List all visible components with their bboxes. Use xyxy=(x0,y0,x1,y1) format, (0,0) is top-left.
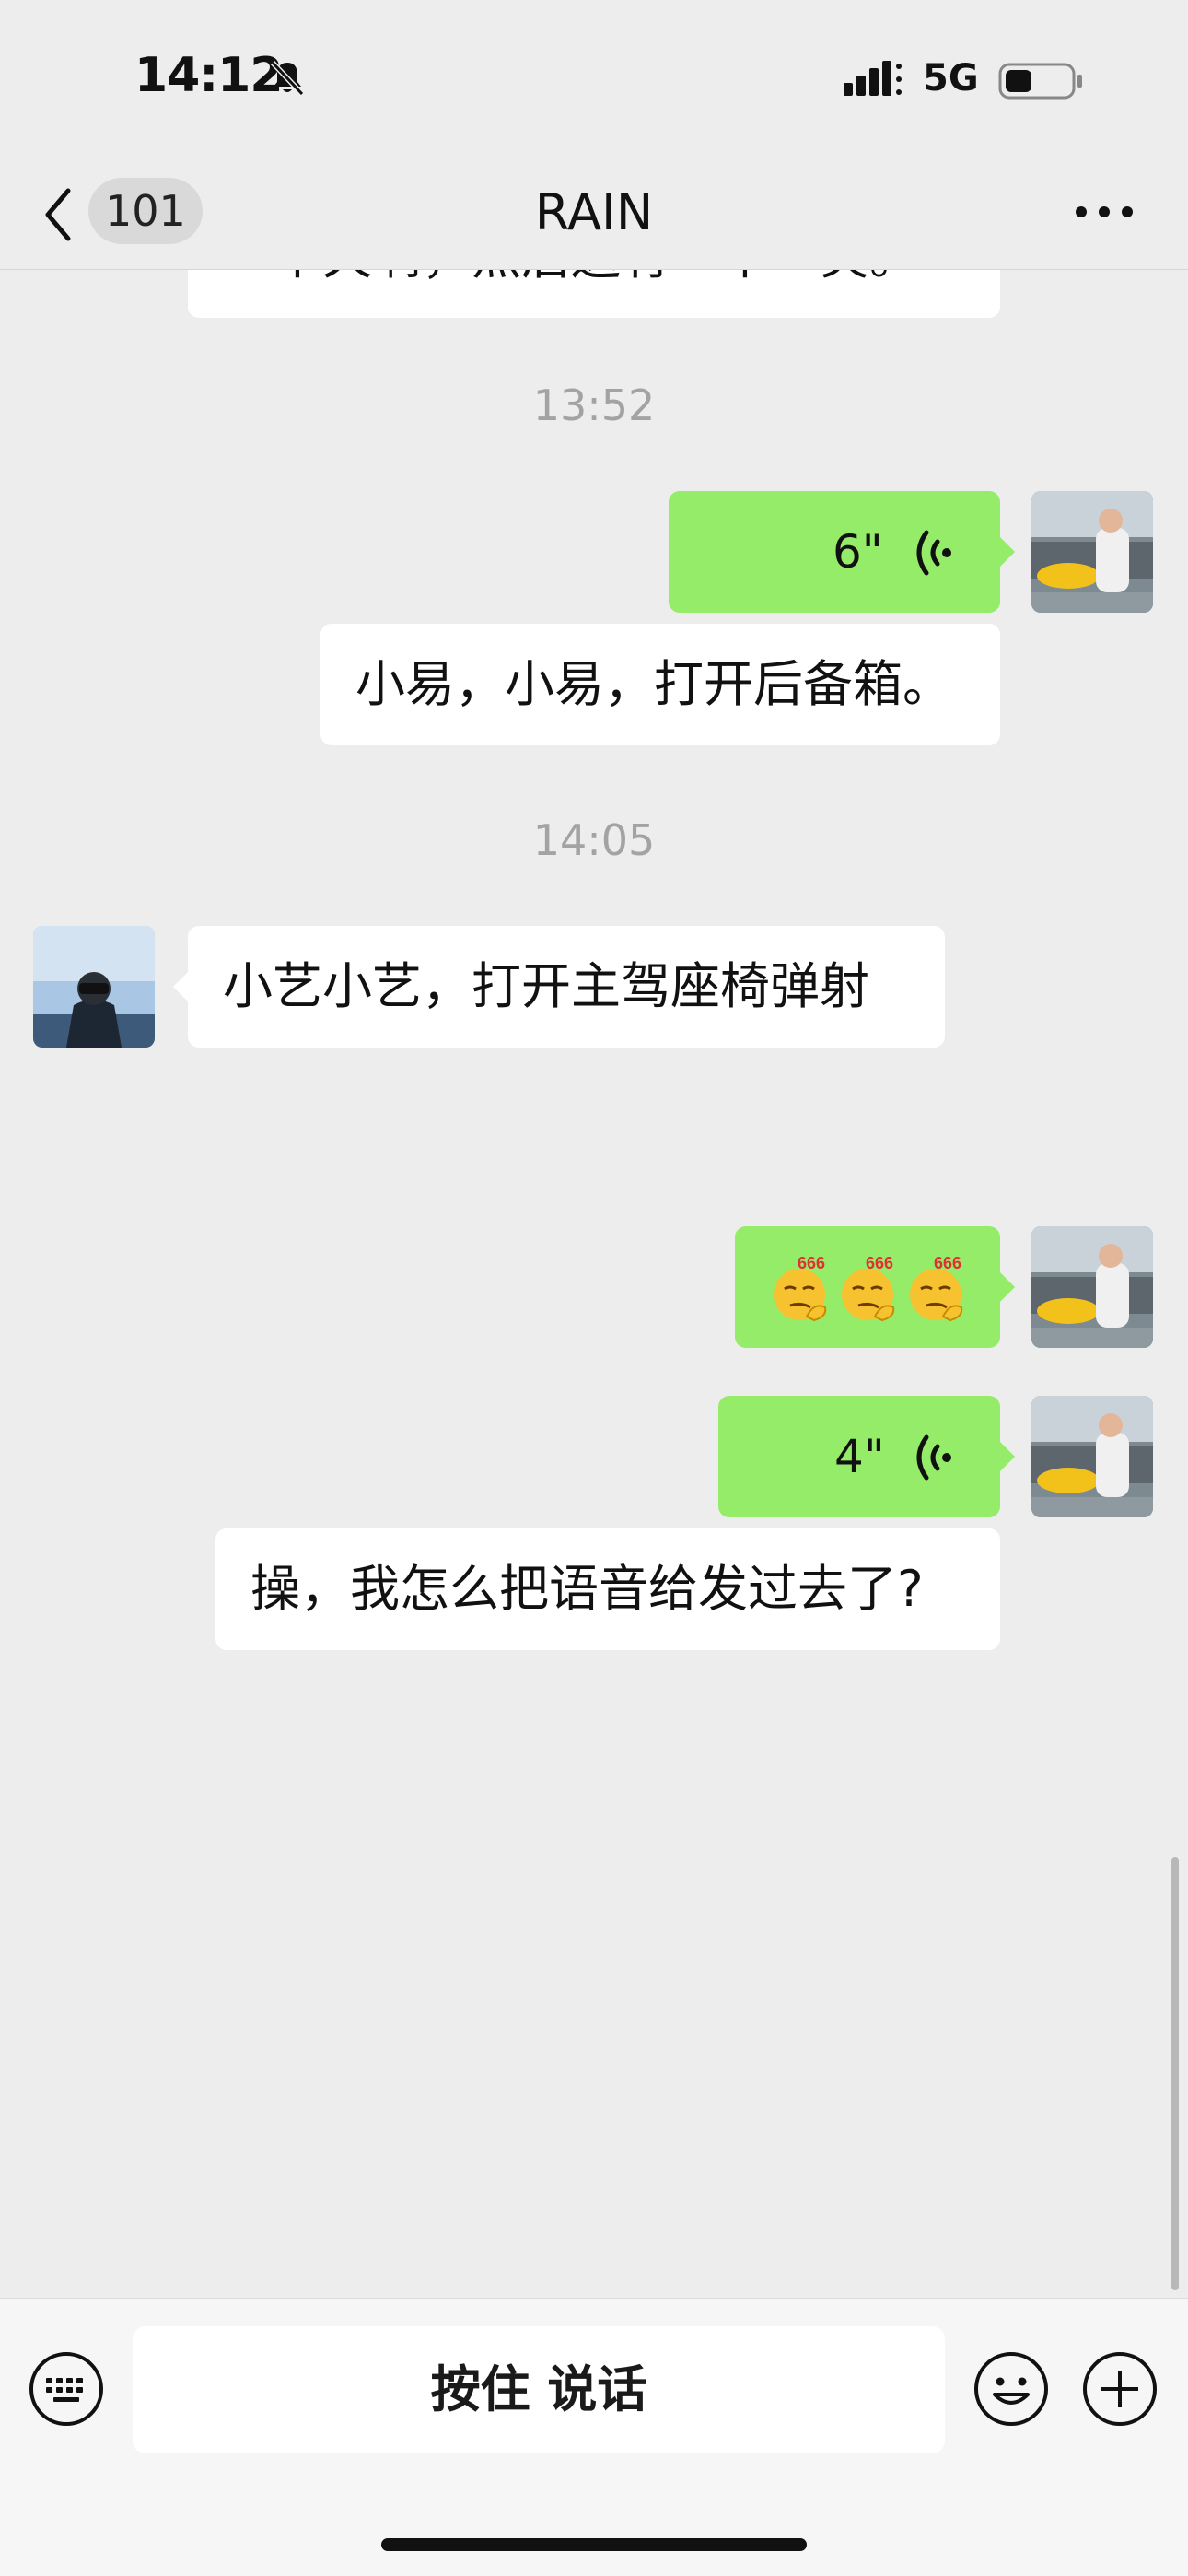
message-list[interactable]: 一个天啊，然后送有一个一笑。 13:52 6" xyxy=(0,270,1188,2297)
666-smirk-emoji: 666 xyxy=(774,1254,827,1322)
message-text: 小艺小艺，打开主驾座椅弹射 xyxy=(223,957,869,1015)
message-text: 一个天啊，然后送有一个一笑。 xyxy=(223,270,919,286)
chat-scrollbar[interactable] xyxy=(1171,1857,1179,2290)
chat-input-bar: 按住 说话 xyxy=(0,2298,1188,2576)
self-avatar[interactable] xyxy=(1031,1396,1153,1517)
chat-header: 101 RAIN xyxy=(0,161,1188,270)
self-avatar-image xyxy=(1031,491,1153,613)
status-time: 14:12 xyxy=(134,48,284,103)
voice-wave-icon xyxy=(916,1434,951,1481)
message-bubble-text[interactable]: 小易，小易，打开后备箱。 xyxy=(320,624,1000,745)
self-avatar-image xyxy=(1031,1226,1153,1348)
emoji-message-bubble[interactable]: 666 666 666 xyxy=(735,1226,1015,1348)
signal-icon xyxy=(844,61,902,96)
voice-wave-icon xyxy=(916,530,951,576)
plus-circle-icon[interactable] xyxy=(1081,2350,1159,2428)
message-text: 小易，小易，打开后备箱。 xyxy=(355,655,952,713)
message-bubble-text[interactable]: 一个天啊，然后送有一个一笑。 xyxy=(188,270,1000,318)
keyboard-icon[interactable] xyxy=(28,2350,105,2428)
emoji-666-text: 666 xyxy=(934,1254,961,1272)
battery-icon xyxy=(998,63,1082,100)
network-label: 5G xyxy=(923,57,979,100)
message-text: 操，我怎么把语音给发过去了? xyxy=(250,1560,924,1618)
unread-count-badge[interactable]: 101 xyxy=(88,178,203,244)
hold-to-talk-button[interactable]: 按住 说话 xyxy=(133,2326,945,2453)
self-avatar[interactable] xyxy=(1031,491,1153,613)
message-bubble-text[interactable]: 操，我怎么把语音给发过去了? xyxy=(215,1528,1000,1650)
message-timestamp: 13:52 xyxy=(532,381,656,430)
message-bubble-text[interactable]: 小艺小艺，打开主驾座椅弹射 xyxy=(173,926,945,1048)
emoji-666-text: 666 xyxy=(866,1254,893,1272)
smiley-icon[interactable] xyxy=(973,2350,1050,2428)
666-smirk-emoji: 666 xyxy=(910,1254,963,1322)
chat-screen: 14:12 5G 101 RAIN 13:52 6" 小易，小易，打开后备箱。 … xyxy=(0,0,1188,2576)
emoji-group: 666 666 666 xyxy=(770,1250,971,1324)
voice-message-bubble[interactable]: 6" xyxy=(669,491,1015,613)
home-indicator xyxy=(381,2538,807,2551)
contact-avatar[interactable] xyxy=(33,926,155,1048)
message-timestamp: 14:05 xyxy=(532,815,656,865)
emoji-666-text: 666 xyxy=(798,1254,825,1272)
chevron-left-icon[interactable] xyxy=(41,181,77,248)
status-bar: 14:12 5G xyxy=(0,0,1188,161)
contact-avatar-image xyxy=(33,926,155,1048)
self-avatar[interactable] xyxy=(1031,1226,1153,1348)
666-smirk-emoji: 666 xyxy=(842,1254,895,1322)
bell-muted-icon xyxy=(270,60,305,97)
self-avatar-image xyxy=(1031,1396,1153,1517)
voice-message-bubble[interactable]: 4" xyxy=(718,1396,1015,1517)
voice-duration: 6" xyxy=(833,525,883,579)
voice-duration: 4" xyxy=(834,1430,885,1483)
more-horizontal-icon[interactable] xyxy=(1074,198,1135,226)
